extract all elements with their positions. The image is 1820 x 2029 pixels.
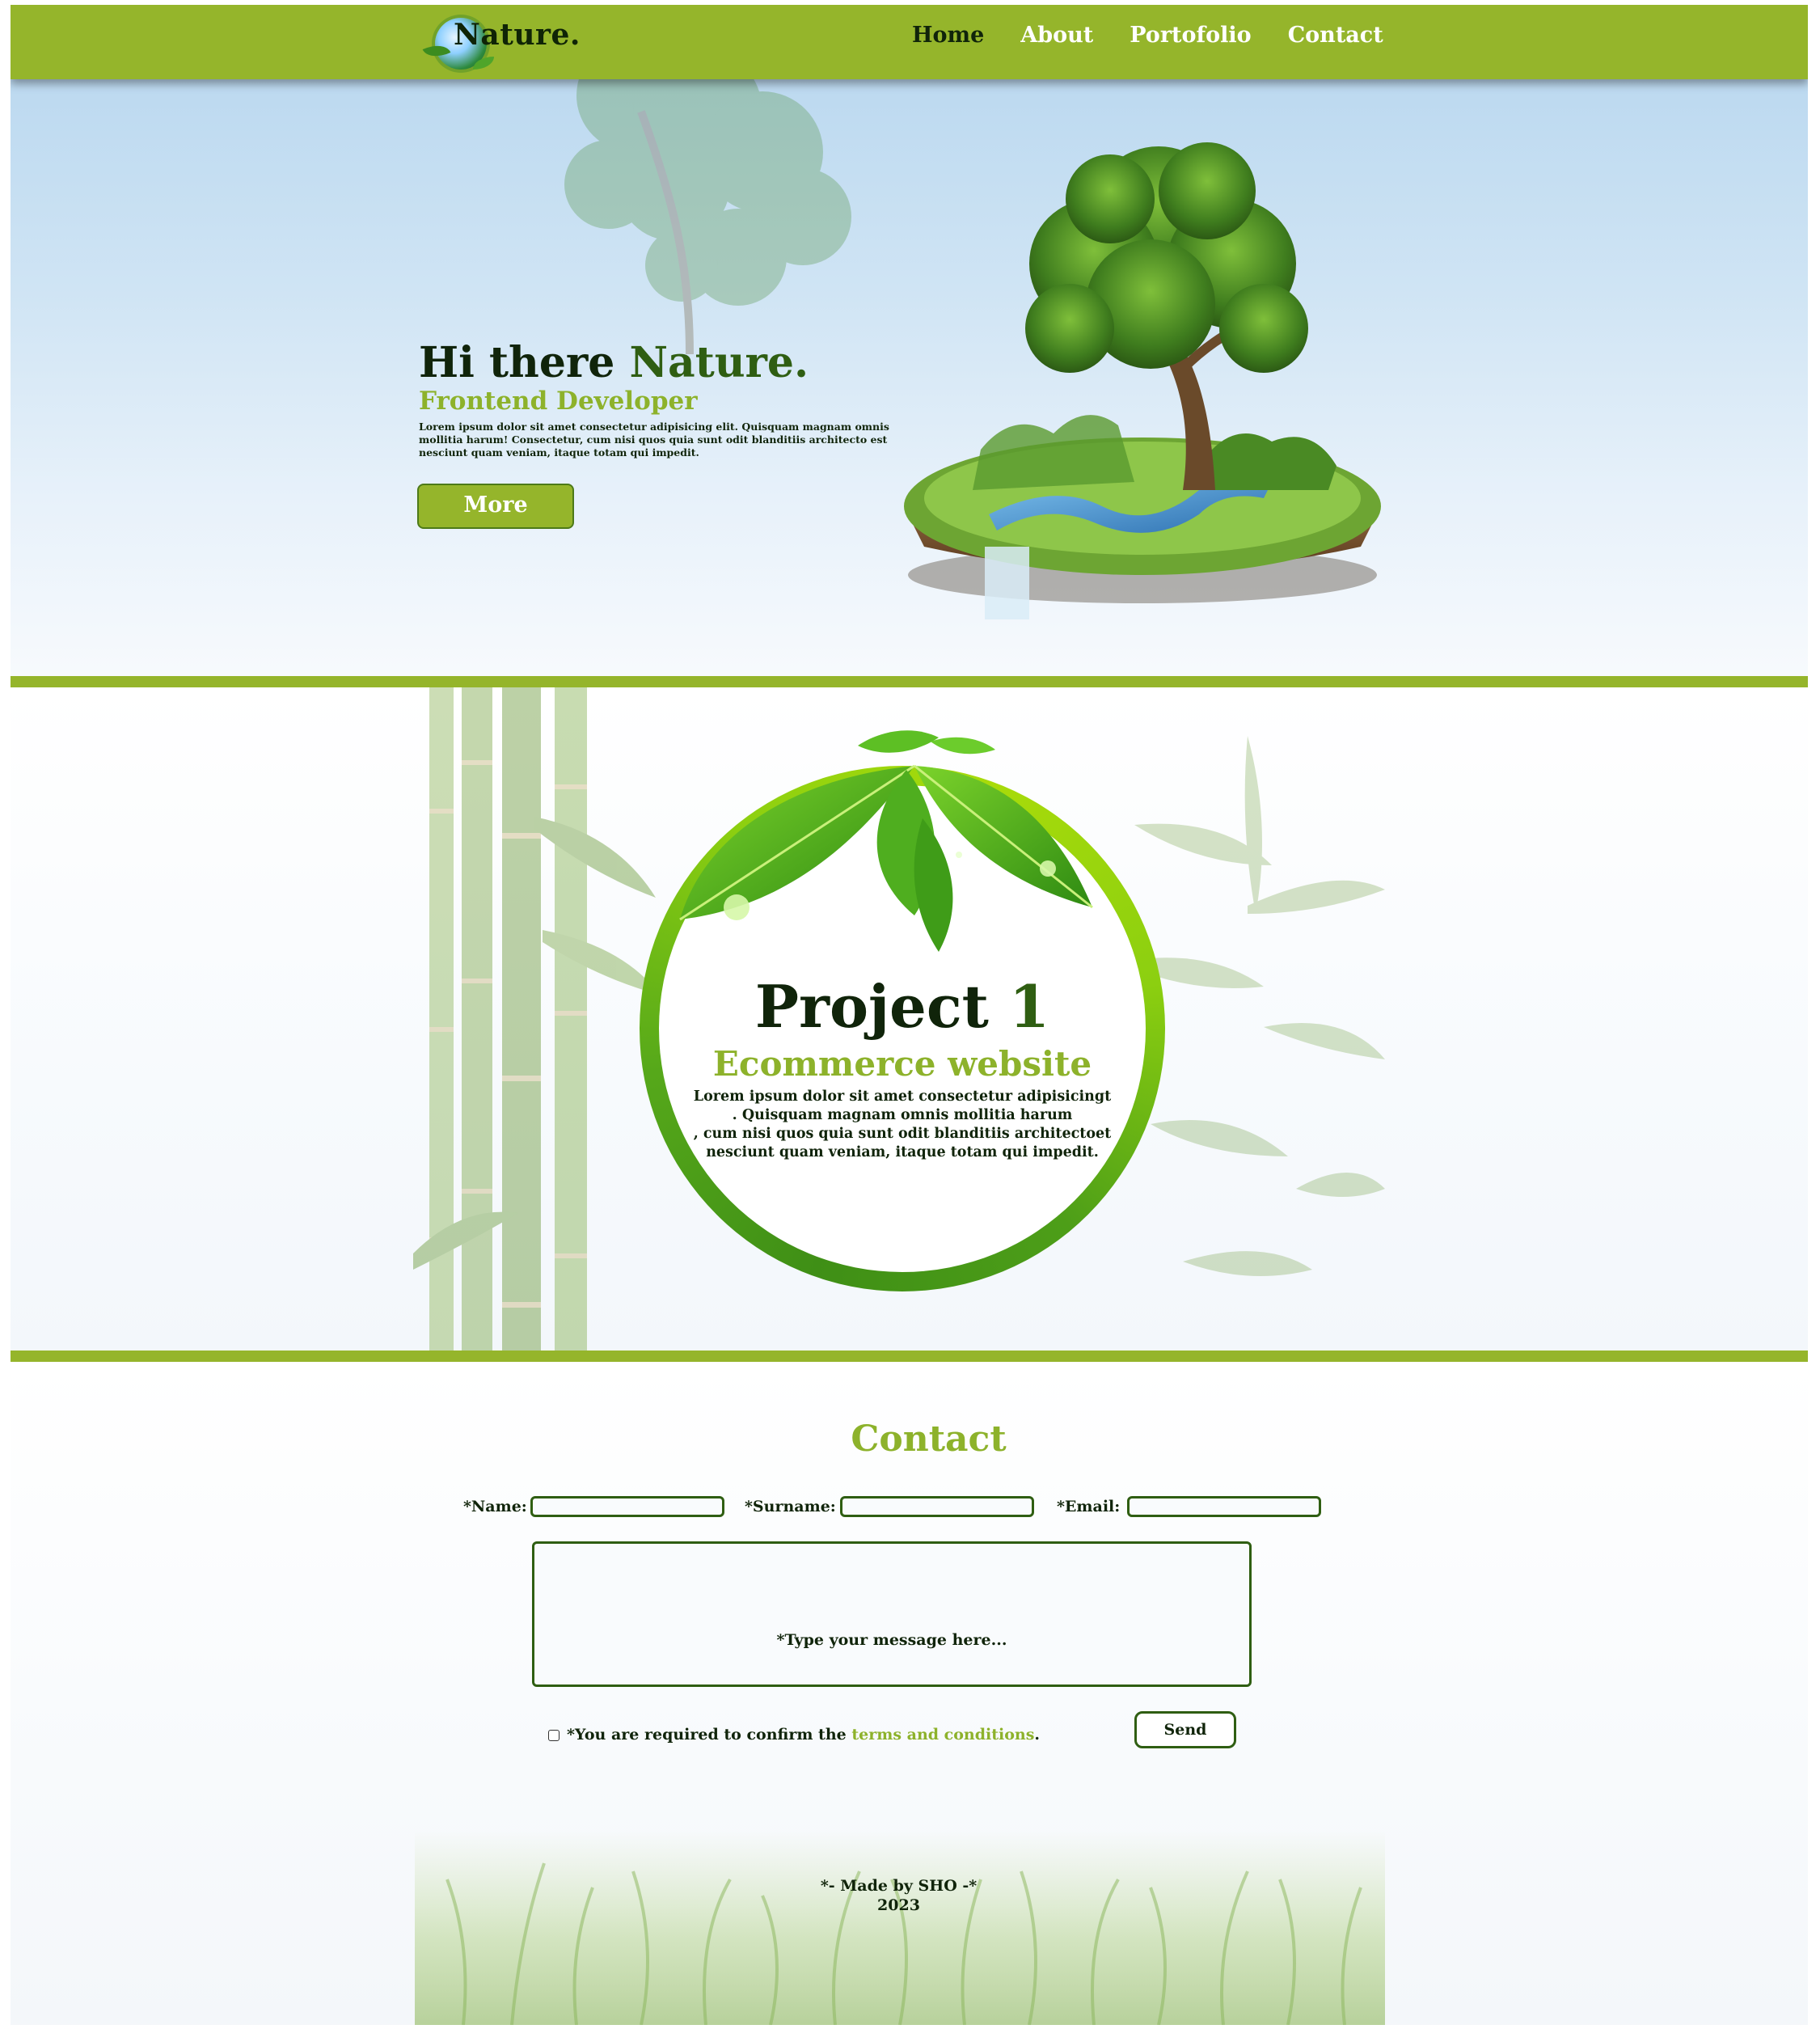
footer-year: 2023 — [877, 1896, 920, 1914]
hero-description: Lorem ipsum dolor sit amet consectetur a… — [419, 421, 889, 459]
name-label: *Name: — [463, 1498, 527, 1515]
section-divider — [11, 676, 1808, 687]
nav-link-about[interactable]: About — [1020, 23, 1093, 48]
hero-title-accent: Nature. — [629, 338, 809, 387]
surname-label: *Surname: — [745, 1498, 836, 1515]
nav-menu: Home About Portofolio Contact — [912, 23, 1420, 48]
project-description-line: Lorem ipsum dolor sit amet consectetur a… — [693, 1088, 1112, 1105]
project-description-line: nesciunt quam veniam, itaque totam qui i… — [706, 1144, 1099, 1160]
contact-title: Contact — [851, 1418, 1007, 1460]
navbar: Nature. Home About Portofolio Contact — [11, 5, 1808, 79]
more-button[interactable]: More — [417, 484, 574, 529]
nav-link-contact[interactable]: Contact — [1288, 23, 1383, 48]
project-subtitle: Ecommerce website — [712, 1044, 1092, 1084]
terms-text: *You are required to confirm the terms a… — [567, 1726, 1040, 1744]
terms-suffix: . — [1034, 1726, 1041, 1744]
terms-checkbox[interactable] — [548, 1730, 560, 1741]
email-label: *Email: — [1057, 1498, 1121, 1515]
hero-subtitle: Frontend Developer — [419, 387, 698, 416]
logo-text: Nature. — [454, 18, 581, 52]
project-title-number: 1 — [1009, 972, 1050, 1041]
hero-section: Hi there Nature. Frontend Developer Lore… — [11, 79, 1808, 676]
logo[interactable]: Nature. — [422, 11, 585, 73]
project-description: Lorem ipsum dolor sit amet consectetur a… — [688, 1088, 1117, 1162]
tree-island-image — [904, 142, 1381, 619]
project-description-line: , cum nisi quos quia sunt odit blanditii… — [693, 1126, 1112, 1142]
footer-credit: *- Made by SHO -* — [820, 1877, 978, 1895]
nav-link-home[interactable]: Home — [912, 23, 984, 48]
project-description-line: . Quisquam magnam omnis mollitia harum — [732, 1107, 1073, 1123]
project-section: Project 1 Ecommerce website Lorem ipsum … — [11, 687, 1808, 1351]
message-textarea[interactable] — [532, 1541, 1252, 1687]
project-title: Project 1 — [640, 972, 1165, 1041]
email-input[interactable] — [1127, 1496, 1321, 1517]
hero-title: Hi there Nature. — [419, 338, 809, 387]
bamboo-left-image — [413, 687, 660, 1351]
hero-title-prefix: Hi there — [419, 338, 630, 387]
leaves-icon — [679, 730, 1093, 952]
page-frame: Nature. Home About Portofolio Contact Hi… — [11, 5, 1808, 2025]
terms-prefix: *You are required to confirm the — [567, 1726, 852, 1744]
send-button[interactable]: Send — [1134, 1711, 1236, 1748]
surname-input[interactable] — [840, 1496, 1034, 1517]
name-input[interactable] — [530, 1496, 724, 1517]
contact-section: Contact *Name: *Surname: *Email: *You ar… — [11, 1362, 1808, 2025]
background-tree-image — [564, 79, 851, 354]
project-title-word: Project — [754, 972, 1009, 1041]
nav-link-portofolio[interactable]: Portofolio — [1130, 23, 1251, 48]
terms-link[interactable]: terms and conditions — [851, 1726, 1034, 1744]
section-divider — [11, 1351, 1808, 1362]
